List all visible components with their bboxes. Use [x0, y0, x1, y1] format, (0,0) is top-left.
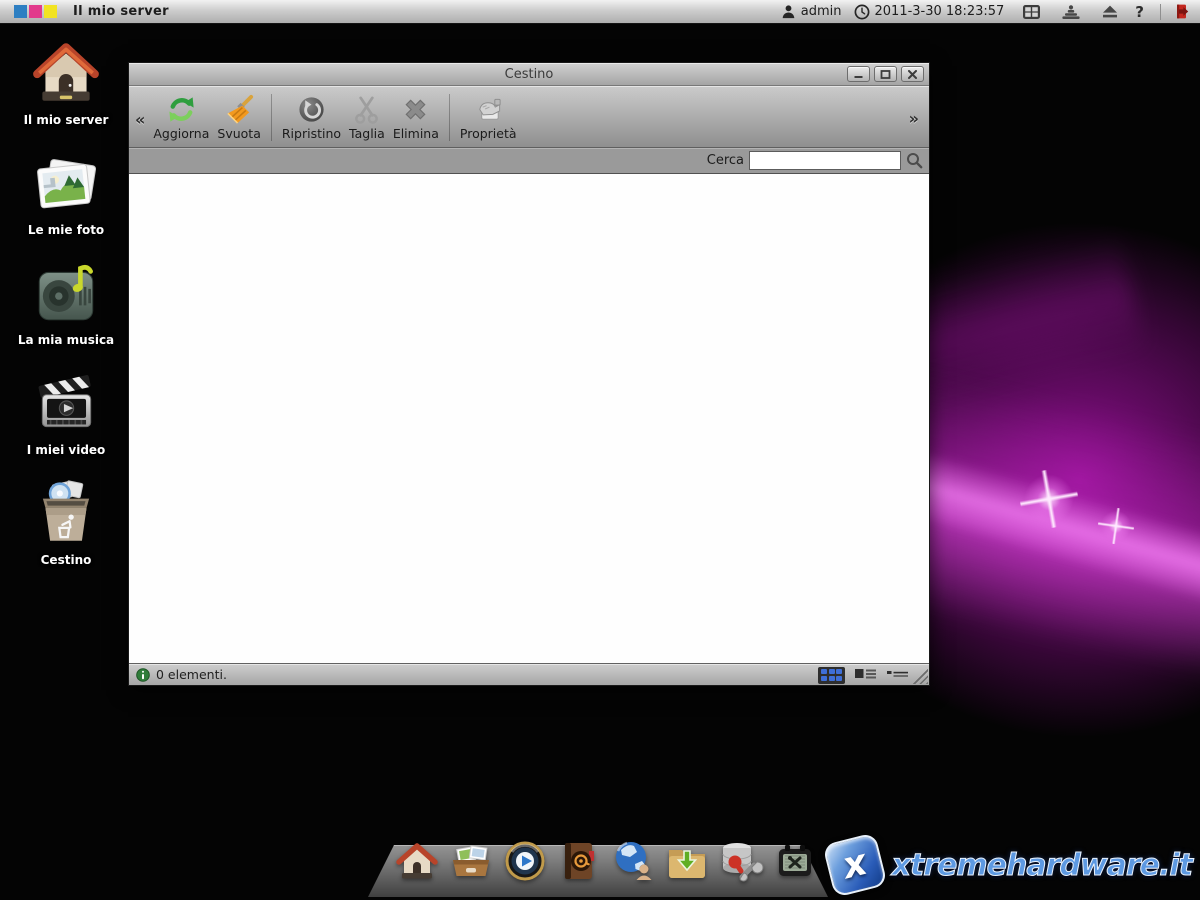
clock-display: 2011-3-30 18:23:57	[854, 4, 1005, 20]
maximize-button[interactable]	[874, 66, 897, 82]
shortcut-label: La mia musica	[18, 333, 114, 347]
search-label: Cerca	[707, 153, 744, 168]
eject-icon[interactable]	[1101, 4, 1119, 19]
desktop-shortcut-la-mia-musica[interactable]: La mia musica	[14, 256, 118, 366]
toolbar-collapse-left[interactable]: «	[135, 110, 145, 129]
list-view-icon[interactable]	[854, 666, 877, 684]
shortcut-label: Cestino	[41, 553, 92, 567]
file-list-area[interactable]	[129, 174, 929, 663]
clock-icon	[854, 4, 870, 20]
logout-icon[interactable]	[1173, 3, 1190, 20]
window-toolbar: « Aggiorna Svuota	[129, 86, 929, 148]
system-top-bar: Il mio server admin 2011-3-30 18:23:57 ?	[0, 0, 1200, 24]
resize-grip[interactable]	[912, 668, 928, 684]
search-input[interactable]	[749, 151, 901, 170]
dock-photos-icon[interactable]	[448, 838, 494, 884]
dock	[368, 845, 828, 897]
xtremehardware-logo-icon: x	[822, 832, 887, 897]
toolbar-button-label: Taglia	[349, 126, 385, 141]
delete-icon	[400, 94, 431, 125]
cut-icon	[351, 94, 382, 125]
brand-square-magenta	[29, 5, 42, 18]
detail-view-icon[interactable]	[886, 666, 909, 684]
shortcut-label: Le mie foto	[28, 223, 104, 237]
user-menu[interactable]: admin	[781, 4, 842, 19]
shortcut-label: I miei video	[27, 443, 106, 457]
dock-media-player-icon[interactable]	[502, 838, 548, 884]
user-name: admin	[801, 4, 842, 19]
desktop-shortcut-cestino[interactable]: Cestino	[14, 476, 118, 586]
desktop-shortcut-i-miei-video[interactable]: I miei video	[14, 366, 118, 476]
dock-disk-utility-icon[interactable]	[718, 838, 764, 884]
logo-x-glyph: x	[839, 845, 870, 886]
close-icon	[907, 70, 918, 79]
aggiorna-button[interactable]: Aggiorna	[149, 91, 213, 142]
window-titlebar[interactable]: Cestino	[129, 63, 929, 86]
toolbar-separator	[271, 94, 272, 141]
brand-logo-squares	[14, 5, 57, 18]
dock-home-icon[interactable]	[394, 838, 440, 884]
empty-trash-icon	[224, 94, 255, 125]
dock-downloads-icon[interactable]	[664, 838, 710, 884]
dock-toolbox-icon[interactable]	[772, 838, 818, 884]
trash-icon	[29, 476, 103, 550]
photos-icon	[29, 146, 103, 220]
videos-icon	[29, 366, 103, 440]
dock-address-book-icon[interactable]	[556, 838, 602, 884]
brand-square-blue	[14, 5, 27, 18]
help-icon[interactable]: ?	[1131, 3, 1148, 21]
datetime-text: 2011-3-30 18:23:57	[875, 4, 1005, 19]
xtremehardware-watermark: x xtremehardware.it	[828, 838, 1192, 892]
system-title: Il mio server	[73, 4, 169, 19]
toolbar-collapse-right[interactable]: »	[909, 109, 919, 128]
toolbar-button-label: Ripristino	[282, 126, 341, 141]
info-icon	[136, 668, 150, 682]
search-bar: Cerca	[129, 148, 929, 174]
minimize-icon	[853, 70, 864, 79]
properties-icon	[473, 94, 504, 125]
watermark-text: xtremehardware.it	[892, 848, 1192, 883]
desktop-shortcut-column: Il mio server Le mie foto	[14, 36, 118, 586]
taglia-button[interactable]: Taglia	[345, 91, 389, 142]
shortcut-label: Il mio server	[24, 113, 109, 127]
window-title: Cestino	[505, 67, 554, 82]
grid-view-icon[interactable]	[818, 667, 845, 684]
maximize-icon	[880, 70, 891, 79]
cestino-window: Cestino « Aggiorna	[128, 62, 930, 686]
svuota-button[interactable]: Svuota	[213, 91, 264, 142]
window-statusbar: 0 elementi.	[129, 663, 929, 685]
music-icon	[29, 256, 103, 330]
apps-grid-icon[interactable]	[1022, 4, 1041, 20]
search-icon[interactable]	[906, 152, 923, 169]
minimize-button[interactable]	[847, 66, 870, 82]
topbar-separator	[1160, 4, 1161, 20]
close-button[interactable]	[901, 66, 924, 82]
toolbar-button-label: Aggiorna	[153, 126, 209, 141]
restore-icon	[296, 94, 327, 125]
proprieta-button[interactable]: Proprietà	[456, 91, 521, 142]
toolbar-button-label: Svuota	[217, 126, 260, 141]
toolbar-button-label: Elimina	[393, 126, 439, 141]
home-icon	[29, 36, 103, 110]
ripristino-button[interactable]: Ripristino	[278, 91, 345, 142]
toolbar-button-label: Proprietà	[460, 126, 517, 141]
toolbar-separator	[449, 94, 450, 141]
elimina-button[interactable]: Elimina	[389, 91, 443, 142]
desktop-shortcut-le-mie-foto[interactable]: Le mie foto	[14, 146, 118, 256]
refresh-icon	[166, 94, 197, 125]
user-icon	[781, 4, 796, 19]
dock-web-access-icon[interactable]	[610, 838, 656, 884]
brand-square-yellow	[44, 5, 57, 18]
desktop-shortcut-il-mio-server[interactable]: Il mio server	[14, 36, 118, 146]
devices-icon[interactable]	[1061, 4, 1081, 20]
status-text: 0 elementi.	[156, 667, 227, 682]
